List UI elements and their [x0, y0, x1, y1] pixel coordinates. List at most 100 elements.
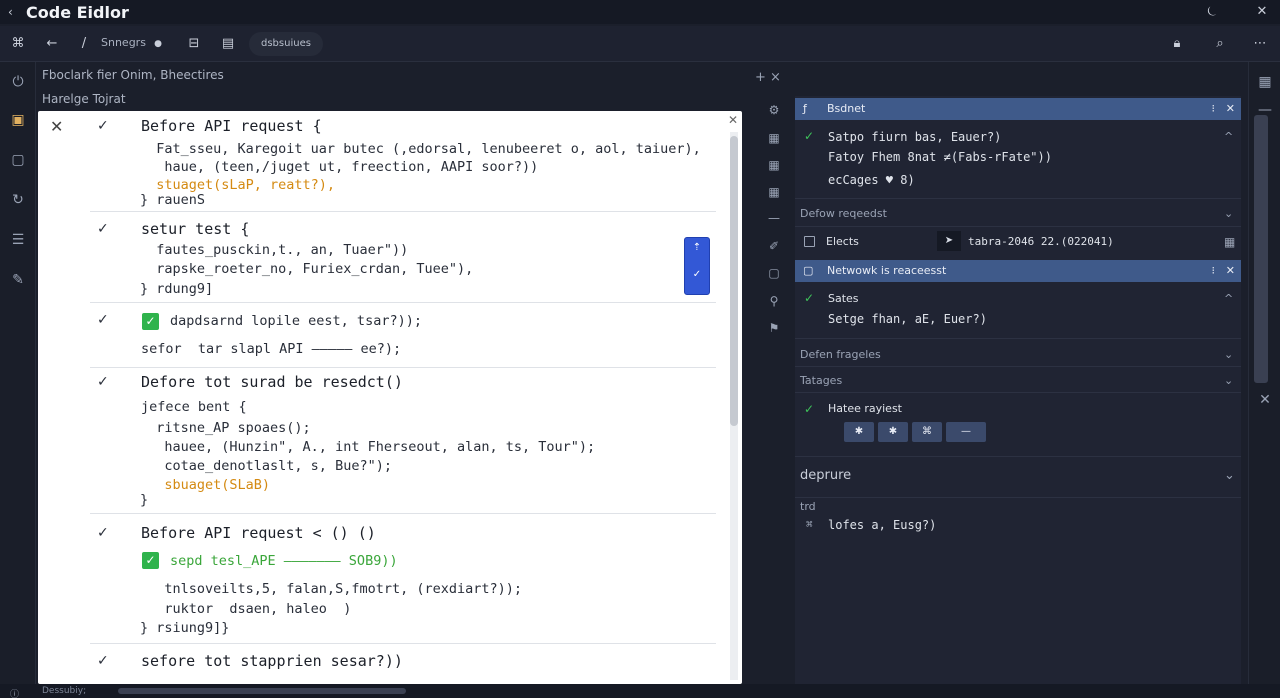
- chevron-down-icon[interactable]: ⌄: [1224, 468, 1235, 483]
- code-line[interactable]: tnlsoveilts,5, falan,S,fmotrt, (rexdiart…: [140, 581, 522, 597]
- list-icon[interactable]: ☰: [8, 230, 28, 250]
- menu-icon[interactable]: ⌘: [8, 34, 28, 54]
- mini-action-button[interactable]: ✱: [844, 422, 874, 442]
- lock-icon[interactable]: ⊟: [184, 34, 204, 54]
- code-line[interactable]: sepd tesl_APE ——————— SOB9)): [170, 553, 398, 569]
- info-icon[interactable]: ⓘ: [10, 687, 19, 698]
- square-icon[interactable]: ▢: [762, 263, 786, 283]
- close-icon[interactable]: ✕: [1226, 260, 1235, 282]
- close-icon[interactable]: ✕: [1255, 390, 1275, 410]
- code-line[interactable]: sbuaget(SLaB): [140, 477, 270, 493]
- dropdown-dot-icon[interactable]: ●: [150, 34, 166, 54]
- brush-icon[interactable]: ✐: [762, 236, 786, 256]
- chat-icon[interactable]: ⚑: [762, 318, 786, 338]
- more-vertical-icon[interactable]: ⁝: [1212, 260, 1216, 282]
- horizontal-scroll-thumb[interactable]: [118, 688, 406, 694]
- editor-closex-icon[interactable]: ✕: [728, 113, 738, 127]
- chevron-down-icon[interactable]: ⌄: [1224, 374, 1233, 387]
- green-checkbox-icon[interactable]: ✓: [142, 313, 159, 330]
- code-line[interactable]: haue, (teen,/juget ut, freection, AAPI s…: [140, 159, 538, 175]
- code-line[interactable]: jefece bent {: [141, 399, 247, 415]
- back-icon[interactable]: ←: [42, 34, 62, 54]
- divider: [90, 211, 716, 212]
- code-line[interactable]: cotae_denotlaslt, s, Bue?");: [140, 458, 392, 474]
- checkbox-icon[interactable]: ▢: [803, 260, 813, 282]
- chevron-down-icon[interactable]: ⌄: [1224, 207, 1233, 220]
- chevron-down-icon[interactable]: ⌄: [1224, 348, 1233, 361]
- search-people-icon[interactable]: ⚲: [762, 291, 786, 311]
- right-scrollbar[interactable]: [1254, 115, 1268, 383]
- editor-scroll-thumb[interactable]: [730, 136, 738, 426]
- grid-icon-3[interactable]: ▦: [762, 182, 786, 202]
- search-icon[interactable]: ⌕: [1210, 34, 1230, 54]
- status-text: Dessubiy;: [42, 686, 87, 696]
- editor-close-icon[interactable]: ✕: [50, 117, 63, 136]
- add-close-icons[interactable]: + ×: [755, 70, 790, 92]
- grid-icon-2[interactable]: ▦: [762, 155, 786, 175]
- back-arrow-icon[interactable]: ‹: [8, 5, 24, 19]
- clipboard-icon[interactable]: ▢: [8, 150, 28, 170]
- green-checkbox-icon[interactable]: ✓: [142, 552, 159, 569]
- bookmark-icon[interactable]: ▣: [8, 110, 28, 130]
- code-line[interactable]: hauee, (Hunzin", A., int Fherseout, alan…: [140, 439, 595, 455]
- code-line[interactable]: } rsiung9]}: [140, 620, 229, 636]
- code-line[interactable]: ritsne_AP spoaes();: [140, 420, 310, 436]
- code-block-head[interactable]: setur test {: [141, 220, 249, 238]
- section-header[interactable]: Tatages: [800, 374, 842, 387]
- code-line[interactable]: ruktor dsaen, haleo ): [140, 601, 351, 617]
- tag-pill[interactable]: dsbsuiues: [249, 32, 323, 56]
- code-line[interactable]: } rdung9]: [140, 281, 213, 297]
- bell-icon[interactable]: ⏾: [1202, 2, 1222, 22]
- code-line[interactable]: }: [140, 492, 148, 508]
- more-vertical-icon[interactable]: ⁝: [1212, 98, 1216, 120]
- section-header[interactable]: Defen frageles: [800, 348, 881, 361]
- code-line[interactable]: rapske_roeter_no, Furiex_crdan, Tuee"),: [140, 261, 473, 277]
- sates-label: Sates: [828, 292, 859, 305]
- chevron-up-icon[interactable]: ^: [1224, 130, 1233, 143]
- code-line[interactable]: sefor tar slapl API ————— ee?);: [141, 341, 401, 357]
- checkbox[interactable]: [804, 236, 815, 247]
- mini-action-button[interactable]: —: [946, 422, 986, 442]
- close-icon[interactable]: ✕: [1226, 98, 1235, 120]
- code-block-head[interactable]: Before API request {: [141, 117, 322, 135]
- grid-icon[interactable]: ▦: [762, 128, 786, 148]
- bullet-icon: ⌘: [806, 518, 813, 531]
- section-header[interactable]: deprure: [800, 468, 851, 483]
- cursor-icon[interactable]: ➤: [937, 231, 961, 251]
- mini-action-button[interactable]: ⌘: [912, 422, 942, 442]
- mini-action-button[interactable]: ✱: [878, 422, 908, 442]
- file-label[interactable]: Snnegrs: [101, 36, 146, 49]
- grid-icon[interactable]: ▦: [1224, 235, 1235, 249]
- grid-icon[interactable]: ▦: [1255, 72, 1275, 92]
- chevron-up-icon[interactable]: ^: [1224, 292, 1233, 305]
- divider: [795, 456, 1241, 457]
- code-block-head[interactable]: Defore tot surad be resedct(): [141, 373, 403, 391]
- more-icon[interactable]: ⋯: [1250, 34, 1270, 54]
- split-icon[interactable]: ▤: [218, 34, 238, 54]
- code-line[interactable]: } rauenS: [140, 192, 205, 208]
- close-icon[interactable]: ✕: [1252, 2, 1272, 22]
- code-block-head[interactable]: dapdsarnd lopile eest, tsar?));: [170, 313, 422, 329]
- panel-row: Satpo fiurn bas, Eauer?): [828, 130, 1002, 144]
- refresh-icon[interactable]: ↻: [8, 190, 28, 210]
- editor-scrollbar[interactable]: [730, 132, 738, 680]
- divider: [795, 392, 1241, 393]
- up-icon[interactable]: ⇡: [685, 242, 709, 253]
- code-line[interactable]: fautes_pusckin,t., an, Tuaer")): [140, 242, 408, 258]
- power-icon[interactable]: ⏻: [8, 72, 28, 92]
- panel-header-bar[interactable]: ▢ Netwowk is reaceesst ⁝ ✕: [795, 260, 1241, 282]
- panel-row: lofes a, Eusg?): [828, 518, 937, 532]
- code-block-head[interactable]: sefore tot stapprien sesar?)): [141, 652, 403, 670]
- code-block-head[interactable]: Before API request < () (): [141, 524, 376, 542]
- filter-icon[interactable]: ⚙: [762, 100, 786, 120]
- code-line[interactable]: stuaget(sLaP, reatt?),: [140, 177, 335, 193]
- section-header[interactable]: Defow reqeedst: [800, 207, 887, 220]
- edit-icon[interactable]: ✎: [8, 270, 28, 290]
- check-icon[interactable]: ✓: [685, 269, 709, 280]
- lock-icon-right[interactable]: 🔒︎: [1167, 34, 1187, 54]
- inline-action-widget[interactable]: ⇡ ✓: [684, 237, 710, 295]
- panel-header-bar[interactable]: ƒ Bsdnet ⁝ ✕: [795, 98, 1241, 120]
- code-line[interactable]: Fat_sseu, Karegoit uar butec (,edorsal, …: [140, 141, 701, 157]
- activity-bar: ⏻ ▣ ▢ ↻ ☰ ✎: [0, 62, 36, 698]
- check-icon: ✓: [97, 525, 109, 541]
